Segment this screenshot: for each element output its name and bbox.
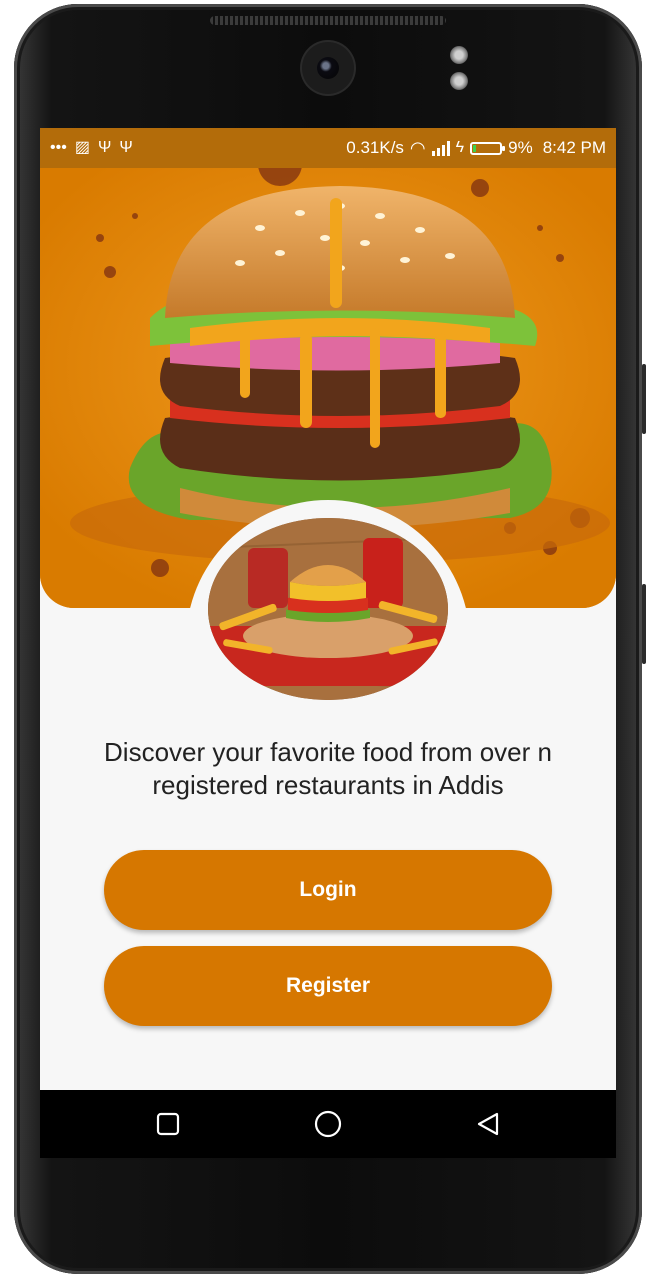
status-bar: ••• ▨ Ψ Ψ 0.31K/s ◠ ϟ 9% 8:42 PM	[40, 128, 616, 168]
battery-percent: 9%	[508, 138, 533, 157]
charging-icon: ϟ	[455, 139, 465, 156]
cast-icon: ▨	[74, 139, 90, 156]
status-left-icons: ••• ▨ Ψ Ψ	[40, 140, 133, 156]
back-triangle-icon[interactable]	[468, 1104, 508, 1144]
tagline: Discover your favorite food from over n …	[104, 737, 552, 800]
more-dots-icon: •••	[50, 139, 67, 156]
recents-square-icon[interactable]	[148, 1104, 188, 1144]
app-screen: ••• ▨ Ψ Ψ 0.31K/s ◠ ϟ 9% 8:42 PM Discove…	[40, 128, 616, 1090]
wifi-icon: ◠	[409, 138, 426, 158]
proximity-sensor	[450, 46, 468, 64]
signal-icon	[431, 140, 450, 156]
register-button[interactable]: Register	[104, 946, 552, 1026]
usb-icon: Ψ	[97, 139, 112, 156]
usb-icon: Ψ	[119, 139, 133, 156]
earpiece-speaker	[210, 16, 446, 25]
navigation-bar	[40, 1090, 616, 1158]
volume-button	[642, 364, 646, 434]
light-sensor	[450, 72, 468, 90]
burger-and-fries-photo	[208, 518, 448, 700]
login-button[interactable]: Login	[104, 850, 552, 930]
home-circle-icon[interactable]	[308, 1104, 348, 1144]
featured-food-image	[208, 518, 448, 700]
network-speed: 0.31K/s	[346, 138, 404, 157]
front-camera	[302, 42, 354, 94]
power-button	[642, 584, 646, 664]
clock: 8:42 PM	[542, 138, 606, 157]
battery-icon	[470, 141, 506, 155]
